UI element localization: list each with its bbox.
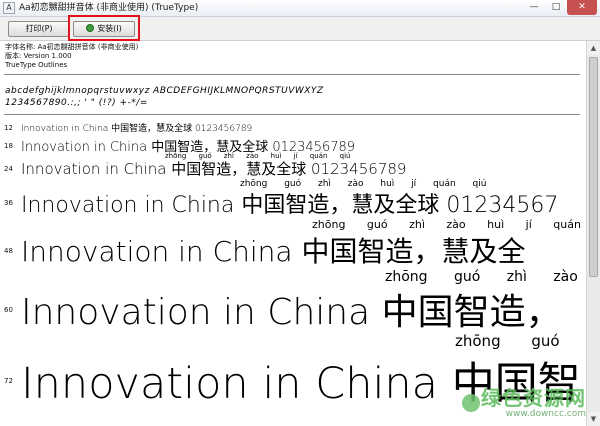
size-label: 12 — [4, 124, 13, 132]
minimize-button[interactable]: — — [523, 0, 545, 15]
sample-pinyin: zhōng guó — [455, 332, 560, 350]
size-label: 18 — [4, 142, 13, 150]
size-label: 24 — [4, 165, 13, 173]
size-label: 36 — [4, 199, 13, 207]
scroll-thumb[interactable] — [589, 57, 598, 277]
print-button[interactable]: 打印(P) — [8, 21, 70, 37]
scroll-down-icon[interactable]: ▼ — [587, 412, 600, 426]
watermark-url: www.downcc.com — [505, 409, 586, 419]
watermark-logo-icon — [462, 394, 480, 412]
maximize-button[interactable]: □ — [545, 0, 567, 15]
charset-digits: 1234567890.:,; ' " (!?) +-*/= — [5, 98, 148, 108]
charset-letters: abcdefghijklmnopqrstuvwxyz ABCDEFGHIJKLM… — [5, 86, 324, 96]
close-button[interactable]: ✕ — [567, 0, 597, 15]
vertical-scrollbar[interactable]: ▲ ▼ — [586, 41, 600, 426]
font-version: 版本: Version 1.000 — [5, 52, 72, 60]
sample-text: Innovation in China 中国智造，慧及全球 01234567 — [21, 193, 559, 218]
window-title: Aa初恋嬲甜拼音体 (非商业使用) (TrueType) — [19, 3, 199, 13]
font-type: TrueType Outlines — [5, 61, 68, 69]
font-viewer-window: A Aa初恋嬲甜拼音体 (非商业使用) (TrueType) — □ ✕ 打印(… — [0, 0, 600, 426]
font-file-icon: A — [3, 2, 15, 14]
watermark: 绿色资源网 www.downcc.com — [481, 387, 586, 420]
watermark-site-name: 绿色资源网 — [481, 386, 586, 410]
divider — [4, 114, 580, 115]
divider — [4, 74, 580, 75]
sample-text: Innovation in China 中国智造， — [21, 292, 562, 333]
sample-text: Innovation in China 中国智造，慧及全 — [21, 235, 526, 268]
size-label: 60 — [4, 306, 13, 314]
font-preview-area[interactable]: 字体名称: Aa初恋嬲甜拼音体 (非商业使用) 版本: Version 1.00… — [0, 41, 600, 426]
install-highlight-box — [68, 15, 140, 41]
font-name: 字体名称: Aa初恋嬲甜拼音体 (非商业使用) — [5, 43, 139, 51]
size-label: 72 — [4, 377, 13, 385]
window-controls: — □ ✕ — [523, 0, 597, 16]
scroll-up-icon[interactable]: ▲ — [587, 41, 600, 55]
sample-text: Innovation in China 中国智造，慧及全球 0123456789 — [21, 124, 253, 134]
sample-text: Innovation in China 中国智造，慧及全球 0123456789 — [21, 160, 407, 178]
font-info: 字体名称: Aa初恋嬲甜拼音体 (非商业使用) 版本: Version 1.00… — [5, 43, 138, 70]
size-label: 48 — [4, 247, 13, 255]
